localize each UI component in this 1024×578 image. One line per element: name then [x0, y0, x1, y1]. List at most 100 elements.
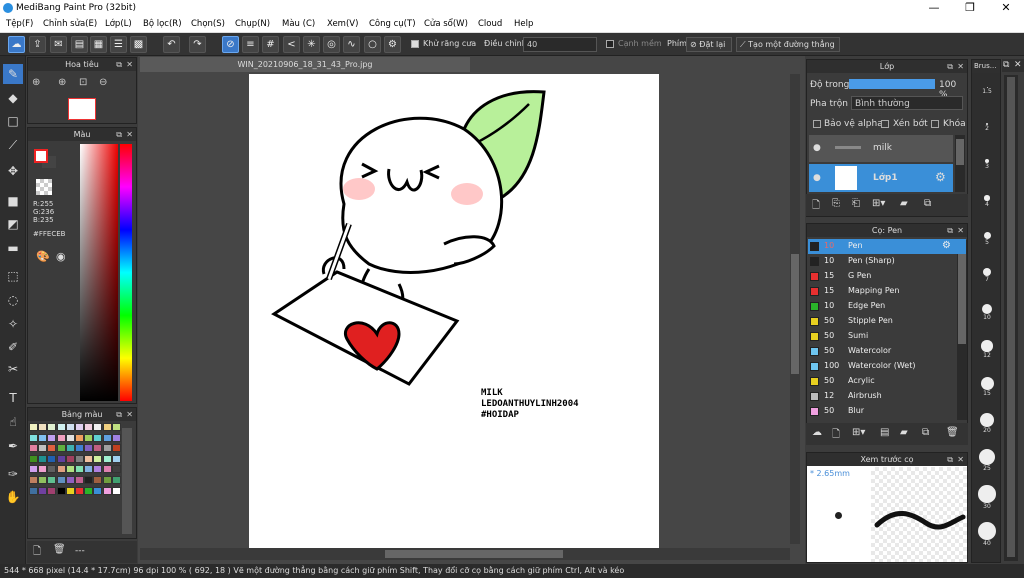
brush-size-option[interactable]: 12 [978, 337, 996, 359]
document-icon[interactable]: ▦ [90, 36, 107, 53]
visibility-icon[interactable]: ● [813, 173, 821, 183]
brush-size-option[interactable]: 20 [978, 411, 996, 434]
duplicate-layer-icon[interactable]: ⎘ [832, 198, 840, 209]
document-tab[interactable]: WIN_20210906_18_31_43_Pro.jpg [140, 57, 470, 72]
brush-row[interactable]: 15 Mapping Pen [808, 284, 966, 299]
palette-swatch[interactable] [93, 454, 103, 463]
bucket-tool-icon[interactable]: ◩ [3, 214, 23, 234]
close-icon[interactable]: ✕ [957, 224, 964, 237]
add-brush-menu-icon[interactable]: ⊞▾ [852, 427, 865, 438]
palette-swatch[interactable] [75, 486, 84, 495]
menu-filter[interactable]: Bộ lọc(R) [143, 19, 182, 29]
lock-checkbox[interactable] [931, 120, 939, 128]
trash-icon[interactable]: 🗑 [53, 544, 66, 555]
transparent-swatch[interactable] [36, 179, 52, 195]
palette-swatch[interactable] [111, 423, 121, 431]
palette-swatch[interactable] [38, 486, 48, 495]
palette-swatch[interactable] [75, 433, 84, 442]
eraser-tool-icon[interactable]: ◆ [3, 88, 23, 108]
new-line-button[interactable]: ⟋ Tạo một đường thẳng [736, 37, 840, 52]
float-icon[interactable]: ⧉ [947, 224, 953, 237]
palette-swatch[interactable] [93, 486, 103, 495]
snap-curve-icon[interactable]: ∿ [343, 36, 360, 53]
adjust-select[interactable]: 40 [523, 37, 597, 52]
brush-row[interactable]: 100 Watercolor (Wet) [808, 359, 966, 374]
brush-size-option[interactable]: 7 [978, 263, 996, 283]
brush-size-option[interactable]: 10 [978, 300, 996, 321]
select-pen-tool-icon[interactable]: ✐ [3, 337, 23, 357]
palette-swatch[interactable] [75, 476, 84, 484]
brush-size-option[interactable]: 4 [978, 189, 996, 208]
hand-tool-icon[interactable]: ✋ [3, 487, 23, 507]
palette-swatch[interactable] [38, 465, 48, 474]
visibility-icon[interactable]: ● [813, 143, 821, 153]
new-layer-icon[interactable]: 🗋 [812, 198, 820, 215]
brush-size-option[interactable]: 15 [978, 374, 996, 397]
palette-swatch[interactable] [56, 423, 66, 431]
palette-swatch[interactable] [111, 465, 121, 474]
line-tool-icon[interactable]: ⟋ [3, 135, 23, 155]
snap-radial-icon[interactable]: ✳ [303, 36, 320, 53]
menu-view[interactable]: Xem(V) [327, 19, 358, 29]
copy-layer-icon[interactable]: ⎗ [852, 198, 860, 209]
palette-swatch[interactable] [75, 423, 84, 431]
palette-swatch[interactable] [38, 454, 48, 463]
menu-capture[interactable]: Chụp(N) [235, 19, 270, 29]
palette-swatch[interactable] [102, 423, 112, 431]
palette-swatch[interactable] [47, 444, 57, 453]
magic-wand-tool-icon[interactable]: ✧ [3, 314, 23, 334]
palette-swatch[interactable] [38, 444, 48, 453]
clip-checkbox[interactable] [881, 120, 889, 128]
snap-crosshatch-icon[interactable]: # [262, 36, 279, 53]
canvas-paper[interactable]: MILK LEDOANTHUYLINH2004 #HOIDAP [249, 74, 659, 548]
brush-size-option[interactable]: 2 [978, 115, 996, 133]
palette-swatch[interactable] [84, 423, 94, 431]
palette-swatch[interactable] [47, 454, 57, 463]
palette-swatch[interactable] [29, 444, 38, 453]
operation-tool-icon[interactable]: ☝ [3, 412, 23, 432]
menu-color[interactable]: Màu (C) [282, 19, 315, 29]
palette-swatch[interactable] [102, 444, 112, 453]
palette-swatch[interactable] [56, 465, 66, 474]
navigator-thumbnail[interactable] [68, 98, 96, 120]
palette-swatch[interactable] [56, 444, 66, 453]
text-tool-icon[interactable]: T [3, 388, 23, 408]
comment-icon[interactable]: ✉ [50, 36, 67, 53]
snap-settings-icon[interactable]: ⚙ [384, 36, 401, 53]
cloud-icon[interactable]: ☁ [8, 36, 25, 53]
select-rect-tool-icon[interactable]: ⬚ [3, 266, 23, 286]
palette-swatch[interactable] [56, 476, 66, 484]
blend-select[interactable]: Bình thường [851, 96, 963, 110]
float-icon[interactable]: ⧉ [947, 453, 953, 466]
brush-size-option[interactable]: 3 [978, 152, 996, 170]
menu-layer[interactable]: Lớp(L) [105, 19, 132, 29]
close-icon[interactable]: ✕ [1014, 60, 1022, 70]
brush-folder-icon[interactable]: ▰ [900, 427, 908, 438]
soft-edge-checkbox[interactable] [606, 40, 614, 48]
snap-ellipse-icon[interactable]: ○ [364, 36, 381, 53]
close-icon[interactable]: ✕ [957, 60, 964, 73]
zoom-in-icon[interactable]: ⊕ [58, 77, 66, 88]
save-icon[interactable]: ▤ [71, 36, 88, 53]
blur-tool-icon[interactable]: ✒ [3, 436, 23, 456]
folder-icon[interactable]: ▰ [900, 198, 908, 209]
menu-tools[interactable]: Công cụ(T) [369, 19, 416, 29]
gear-icon[interactable]: ⚙ [942, 240, 951, 251]
palette-swatch[interactable] [93, 423, 103, 431]
zoom-out-icon[interactable]: ⊖ [99, 77, 107, 88]
palette-swatch[interactable] [29, 476, 38, 484]
foreground-color-swatch[interactable] [34, 149, 48, 163]
brush-copy-icon[interactable]: ⧉ [922, 427, 929, 438]
palette-swatch[interactable] [56, 454, 66, 463]
close-icon[interactable]: ✕ [126, 408, 133, 421]
brush-row[interactable]: 10 Edge Pen [808, 299, 966, 314]
brush-row[interactable]: 50 Watercolor [808, 344, 966, 359]
palette-swatch[interactable] [29, 486, 38, 495]
layer-row-selected[interactable]: ● Lớp1 ⚙ [809, 164, 953, 192]
palette-scrollbar[interactable] [122, 428, 132, 534]
palette-swatch[interactable] [75, 465, 84, 474]
palette-swatch[interactable] [65, 486, 75, 495]
brush-row[interactable]: 50 Blur [808, 404, 966, 419]
hue-slider[interactable] [120, 144, 132, 401]
palette-swatch[interactable] [102, 433, 112, 442]
